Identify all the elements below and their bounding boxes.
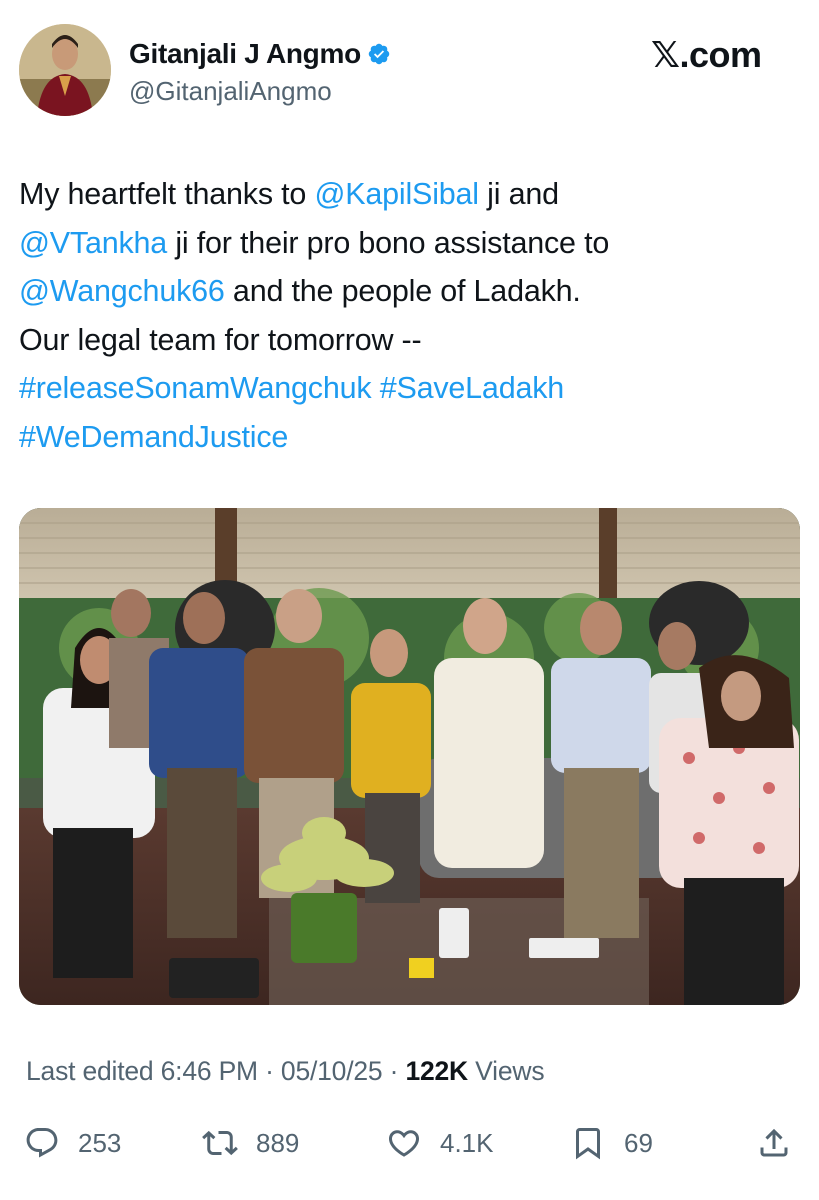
bookmark-icon xyxy=(576,1128,600,1160)
like-button[interactable]: 4.1K xyxy=(386,1125,494,1161)
hashtag-link[interactable]: #SaveLadakh xyxy=(380,371,565,405)
tweet-text-segment: ji for their pro bono assistance to xyxy=(167,225,610,260)
hashtag-link[interactable]: #WeDemandJustice xyxy=(19,420,288,454)
tweet-photo[interactable] xyxy=(19,508,800,1005)
views-label: Views xyxy=(475,1056,545,1086)
repost-button[interactable]: 889 xyxy=(202,1125,299,1161)
tweet-text-line: Our legal team for tomorrow -- xyxy=(19,316,799,365)
mention-link[interactable]: @VTankha xyxy=(19,226,167,260)
tweet-meta: Last edited 6:46 PM · 05/10/25 · 122K Vi… xyxy=(26,1056,545,1087)
share-button[interactable] xyxy=(756,1125,792,1161)
author-name-row[interactable]: Gitanjali J Angmo xyxy=(129,38,391,70)
group-photo-image xyxy=(19,508,800,1005)
tweet-text: My heartfelt thanks to @KapilSibal ji an… xyxy=(19,170,799,461)
like-count: 4.1K xyxy=(440,1127,494,1158)
verified-badge-icon xyxy=(367,42,391,66)
bookmark-button[interactable]: 69 xyxy=(570,1125,653,1161)
tweet-text-segment xyxy=(371,371,379,405)
share-icon xyxy=(760,1128,788,1157)
mention-link[interactable]: @Wangchuk66 xyxy=(19,274,225,308)
tweet-text-segment: and the people of Ladakh. xyxy=(224,274,581,308)
tweet-text-line: @VTankha ji for their pro bono assistanc… xyxy=(19,219,799,268)
tweet-text-segment: ji and xyxy=(478,177,559,211)
tweet-text-line: My heartfelt thanks to @KapilSibal ji an… xyxy=(19,170,799,219)
avatar-image xyxy=(19,24,111,116)
action-bar: 253 889 4.1K 69 xyxy=(0,1115,819,1175)
meta-separator: · xyxy=(265,1056,274,1086)
x-logo: 𝕏.com xyxy=(651,34,762,75)
author-display-name[interactable]: Gitanjali J Angmo xyxy=(129,38,361,70)
meta-separator: · xyxy=(389,1056,399,1086)
bookmark-count: 69 xyxy=(624,1127,653,1158)
reply-icon xyxy=(26,1128,58,1158)
repost-count: 889 xyxy=(256,1127,300,1158)
tweet-text-line: #WeDemandJustice xyxy=(19,413,799,462)
tweet-date[interactable]: 05/10/25 xyxy=(281,1056,383,1086)
tweet-text-segment: My heartfelt thanks to xyxy=(19,177,315,211)
tweet-text-line: @Wangchuk66 and the people of Ladakh. xyxy=(19,267,799,316)
repost-icon xyxy=(202,1130,238,1156)
reply-count: 253 xyxy=(78,1127,122,1158)
tweet-time[interactable]: 6:46 PM xyxy=(161,1056,258,1086)
heart-icon xyxy=(388,1130,420,1157)
mention-link[interactable]: @KapilSibal xyxy=(314,177,479,211)
tweet-text-line: #releaseSonamWangchuk #SaveLadakh xyxy=(19,364,799,413)
tweet-header: Gitanjali J Angmo @GitanjaliAngmo 𝕏.com xyxy=(0,0,819,130)
edited-prefix: Last edited xyxy=(26,1056,154,1086)
hashtag-link[interactable]: #releaseSonamWangchuk xyxy=(19,371,372,405)
tweet-text-segment: Our legal team for tomorrow -- xyxy=(19,322,422,357)
reply-button[interactable]: 253 xyxy=(24,1125,121,1161)
views-count: 122K xyxy=(405,1056,468,1086)
author-handle[interactable]: @GitanjaliAngmo xyxy=(129,76,332,107)
avatar[interactable] xyxy=(19,24,111,116)
